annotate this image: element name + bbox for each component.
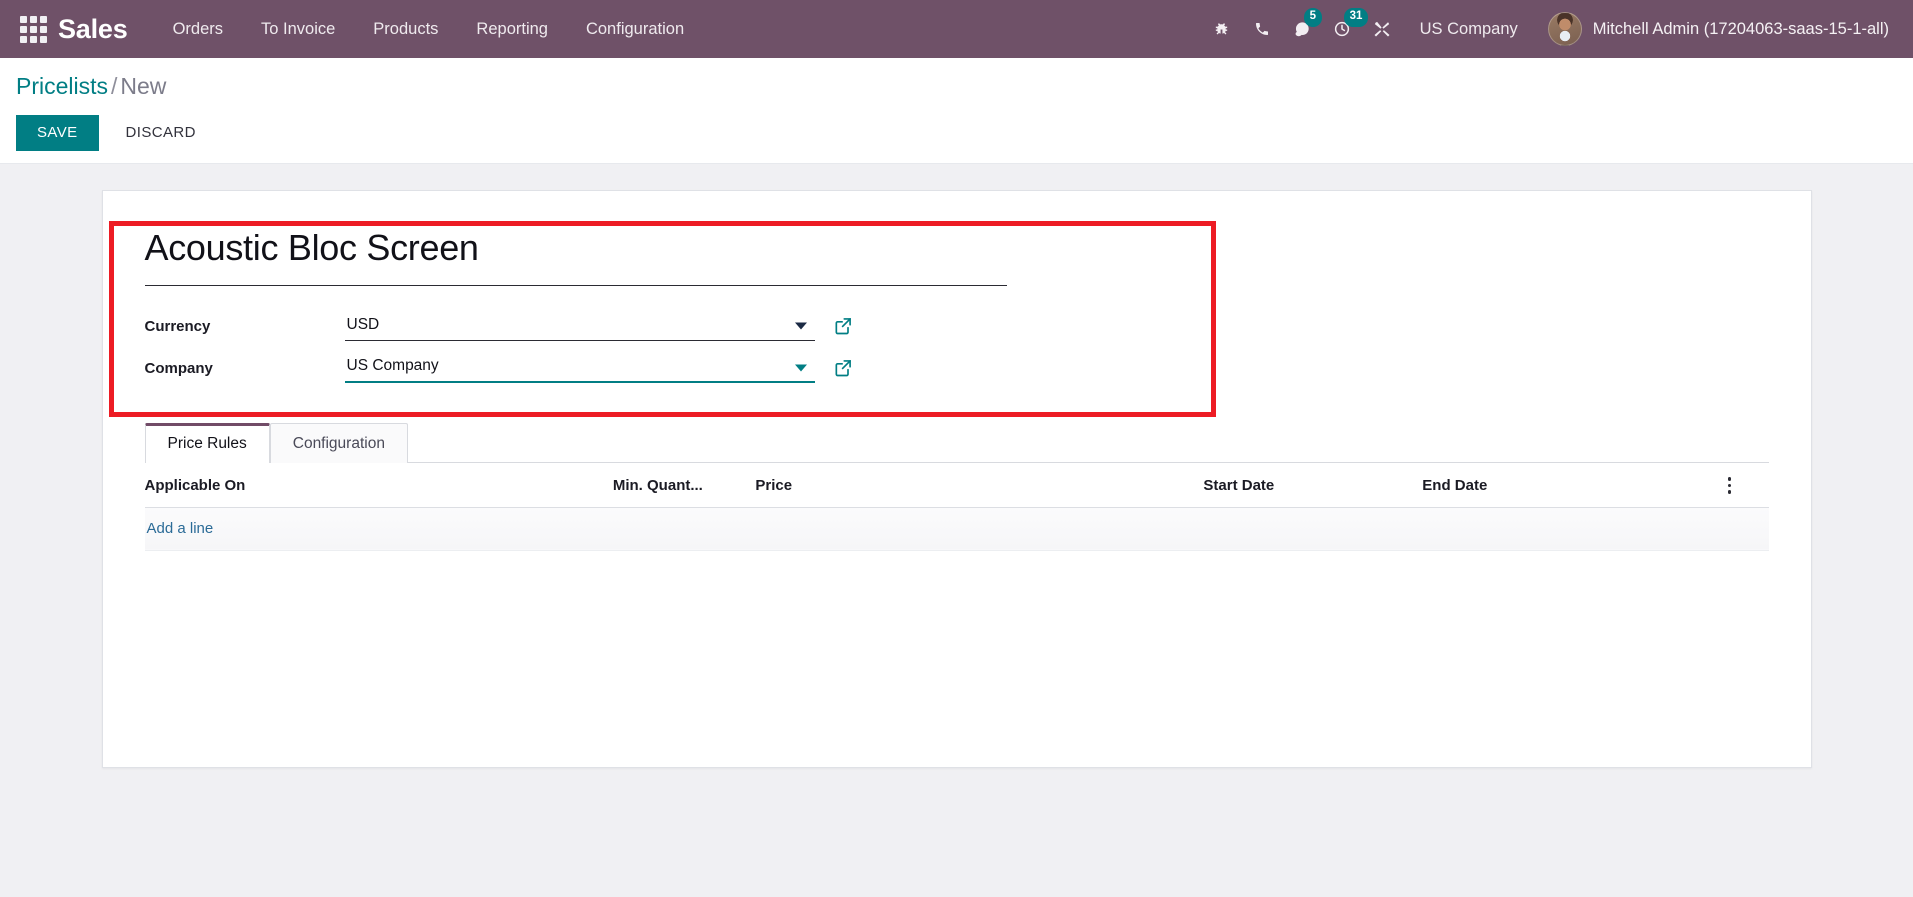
tools-icon[interactable] [1362,0,1402,58]
grid-cell [39,15,47,23]
currency-label: Currency [144,317,211,335]
breadcrumb-separator: / [111,73,118,99]
field-row-company: Company [145,352,1769,385]
discard-button[interactable]: DISCARD [113,115,209,152]
tab-configuration[interactable]: Configuration [269,422,408,463]
menu-item-orders[interactable]: Orders [154,0,242,58]
table-header-row: Applicable On Min. Quant... Price Start … [144,462,1769,508]
active-company-selector[interactable]: US Company [1402,0,1536,58]
price-rules-table-body: Add a line [144,507,1769,712]
column-header-min-quantity[interactable]: Min. Quant... [612,462,756,508]
chevron-down-icon[interactable] [794,322,807,330]
form-sheet: Acoustic Bloc Screen Currency USD Compan… [101,190,1812,769]
field-row-currency: Currency [145,310,1769,343]
pricelist-name-input[interactable]: Acoustic Bloc Screen [144,227,1007,286]
messages-icon[interactable]: 5 [1282,0,1323,58]
notebook: Price Rules Configuration Applicable On … [103,422,1811,713]
menu-item-configuration[interactable]: Configuration [567,0,703,58]
vertical-dots-icon[interactable] [1727,477,1732,494]
table-filler-cell [145,550,1769,712]
user-avatar [1547,12,1582,46]
grid-cell [19,25,27,33]
form-view-area: Acoustic Bloc Screen Currency USD Compan… [0,164,1913,897]
grid-cell [29,25,37,33]
table-filler-row [145,550,1769,712]
grid-cell [19,15,27,23]
messages-badge: 5 [1303,8,1323,27]
form-sheet-inner: Acoustic Bloc Screen Currency USD Compan… [103,191,1811,384]
external-link-icon[interactable] [833,358,853,378]
apps-grid-icon[interactable] [18,14,48,44]
add-line-row: Add a line [144,507,1769,551]
currency-field-widget [344,311,815,341]
company-input[interactable] [344,353,815,384]
chevron-down-icon[interactable] [794,364,807,372]
menu-item-to-invoice[interactable]: To Invoice [242,0,354,58]
dot [1727,490,1732,494]
grid-cell [39,25,47,33]
price-rules-list: Applicable On Min. Quant... Price Start … [144,462,1769,713]
price-rules-table: Applicable On Min. Quant... Price Start … [144,462,1769,713]
main-menu: Orders To Invoice Products Reporting Con… [154,0,704,58]
bug-icon[interactable] [1202,0,1242,58]
save-button[interactable]: SAVE [16,114,99,152]
menu-item-reporting[interactable]: Reporting [457,0,567,58]
column-options-header [1727,462,1769,508]
breadcrumb: Pricelists / New [16,72,1913,101]
top-navbar: Sales Orders To Invoice Products Reporti… [0,0,1913,58]
notebook-tabs: Price Rules Configuration [144,422,1769,463]
grid-cell [19,35,27,43]
column-header-start-date[interactable]: Start Date [1203,462,1423,508]
navbar-right-group: 5 31 US Company Mitchell Admin (17204063… [1202,0,1897,58]
company-field-widget [344,353,815,384]
activities-icon[interactable]: 31 [1322,0,1369,58]
app-brand-sales[interactable]: Sales [58,14,128,45]
company-label: Company [144,359,213,377]
user-menu-label: Mitchell Admin (17204063-saas-15-1-all) [1592,19,1889,38]
add-a-line-link[interactable]: Add a line [147,520,214,537]
price-rules-table-head: Applicable On Min. Quant... Price Start … [144,462,1769,508]
add-line-cell: Add a line [144,507,1769,551]
currency-input[interactable] [344,311,815,341]
dot [1727,477,1732,481]
column-header-price[interactable]: Price [755,462,1204,508]
grid-cell [29,15,37,23]
menu-item-products[interactable]: Products [354,0,457,58]
grid-cell [29,35,37,43]
phone-icon[interactable] [1242,0,1282,58]
column-header-end-date[interactable]: End Date [1422,462,1728,508]
record-action-buttons: SAVE DISCARD [16,114,1913,152]
dot [1727,483,1732,488]
control-panel: Pricelists / New SAVE DISCARD [0,58,1913,165]
external-link-icon[interactable] [833,316,853,336]
column-header-applicable-on[interactable]: Applicable On [144,462,613,508]
breadcrumb-item-pricelists[interactable]: Pricelists [16,73,108,99]
user-menu[interactable]: Mitchell Admin (17204063-saas-15-1-all) [1536,0,1897,58]
breadcrumb-item-new: New [120,73,167,99]
grid-cell [39,35,47,43]
tab-price-rules[interactable]: Price Rules [144,422,270,463]
